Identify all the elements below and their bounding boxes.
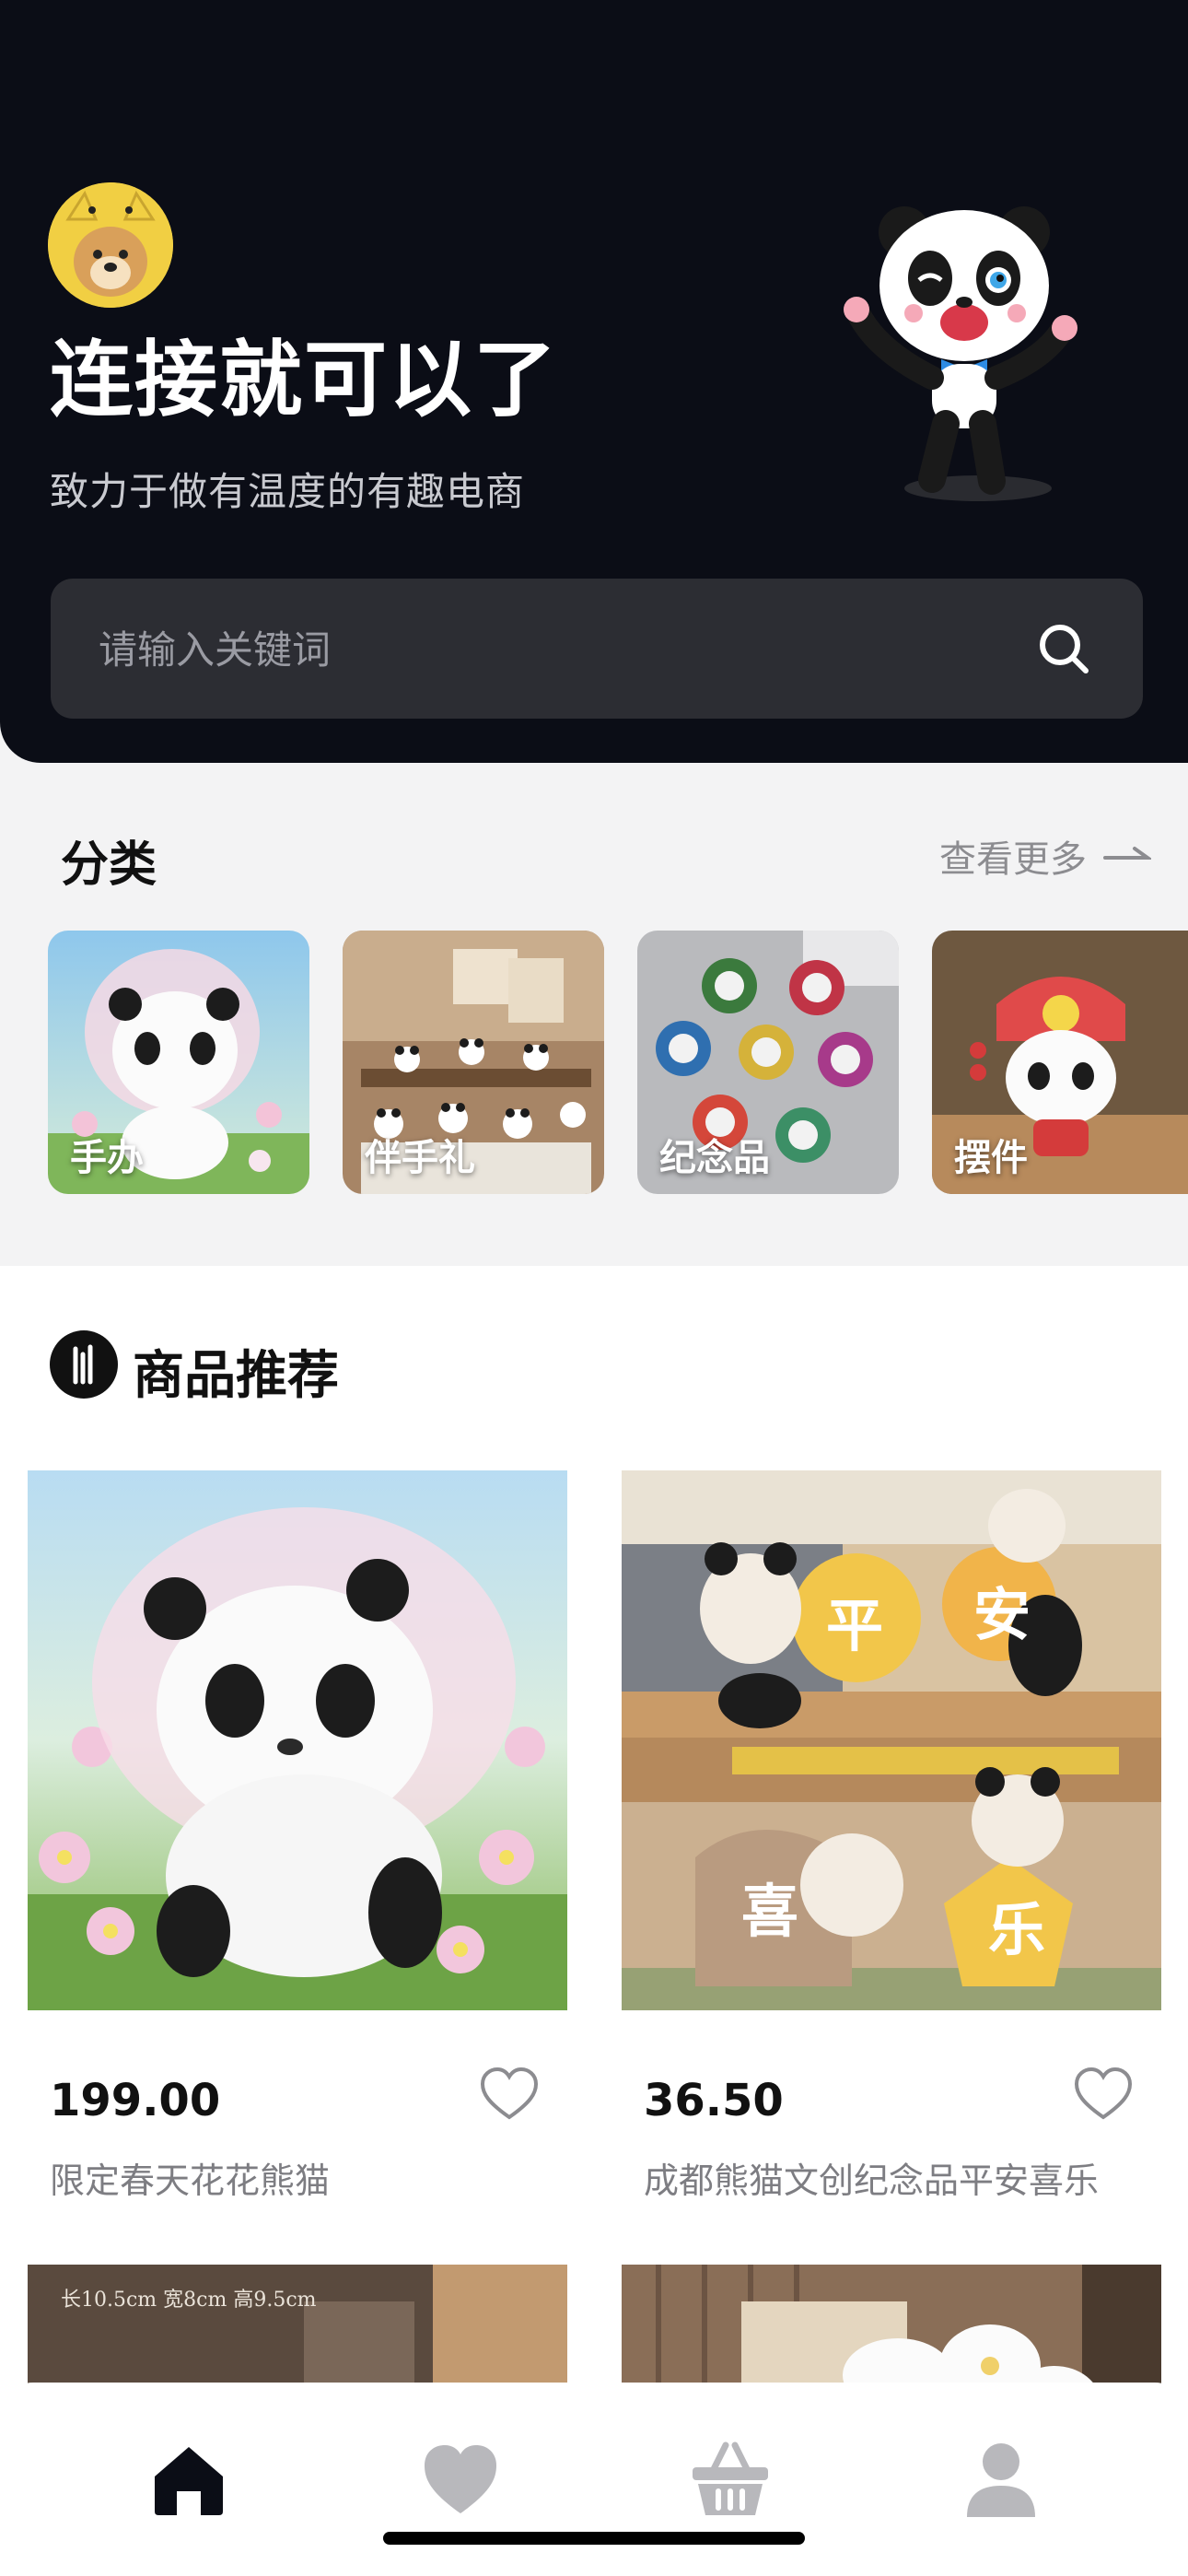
glyph-le: 乐 — [988, 1896, 1045, 1963]
home-indicator — [383, 2532, 805, 2545]
view-more-link[interactable]: 查看更多 — [939, 829, 1151, 883]
product-size-caption: 长10.5cm 宽8cm 高9.5cm — [61, 2289, 317, 2312]
category-label: 伴手礼 — [365, 1137, 475, 1179]
search-bar[interactable] — [51, 579, 1143, 720]
category-card-ornament[interactable]: 摆件 — [932, 931, 1188, 1194]
favorite-heart-icon[interactable] — [1073, 2066, 1134, 2123]
favorite-heart-icon[interactable] — [479, 2066, 540, 2123]
product-name: 成都熊猫文创纪念品平安喜乐 — [644, 2160, 1100, 2201]
glyph-an: 安 — [973, 1581, 1031, 1648]
product-price: 36.50 — [644, 2075, 784, 2126]
recommend-logo-icon — [50, 1330, 118, 1399]
view-more-label: 查看更多 — [939, 838, 1087, 881]
home-icon[interactable] — [147, 2438, 230, 2521]
product-image[interactable]: 平 安 喜 乐 — [622, 1470, 1161, 2010]
category-label: 手办 — [70, 1137, 144, 1179]
panda-mascot-icon — [844, 206, 1077, 501]
glyph-xi: 喜 — [741, 1878, 798, 1945]
category-card-souvenir[interactable]: 纪念品 — [637, 931, 899, 1194]
dog-avatar-icon — [48, 182, 173, 308]
product-name: 限定春天花花熊猫 — [50, 2160, 331, 2201]
hero-subtitle: 致力于做有温度的有趣电商 — [50, 469, 526, 514]
glyph-ping: 平 — [826, 1592, 883, 1659]
basket-icon[interactable] — [689, 2438, 772, 2521]
category-card-gift[interactable]: 伴手礼 — [343, 931, 604, 1194]
bottom-tab-bar — [0, 2383, 1188, 2576]
heart-icon[interactable] — [419, 2438, 502, 2521]
category-label: 摆件 — [954, 1137, 1028, 1179]
user-icon[interactable] — [960, 2438, 1042, 2521]
recommend-section: 商品推荐 199.00 限定春天花花熊猫 平 安 喜 乐 36.50 成都熊猫文… — [0, 1266, 1188, 2576]
product-image[interactable] — [28, 1470, 567, 2010]
hero-title: 连接就可以了 — [50, 332, 558, 428]
recommend-title: 商品推荐 — [133, 1346, 339, 1406]
search-input[interactable] — [97, 579, 1021, 720]
category-title: 分类 — [61, 837, 157, 893]
category-card-figure[interactable]: 手办 — [48, 931, 309, 1194]
category-label: 纪念品 — [659, 1137, 770, 1179]
search-icon[interactable] — [1036, 621, 1091, 676]
category-section: 分类 查看更多 手办 伴手礼 纪念品 摆件 — [0, 763, 1188, 1266]
header-banner: 连接就可以了 致力于做有温度的有趣电商 — [0, 0, 1188, 763]
product-price: 199.00 — [50, 2075, 221, 2126]
arrow-right-icon — [1103, 847, 1151, 860]
product-card[interactable]: 平 安 喜 乐 36.50 成都熊猫文创纪念品平安喜乐 — [622, 1470, 1161, 2207]
avatar[interactable] — [48, 182, 173, 308]
product-card[interactable]: 199.00 限定春天花花熊猫 — [28, 1470, 567, 2207]
